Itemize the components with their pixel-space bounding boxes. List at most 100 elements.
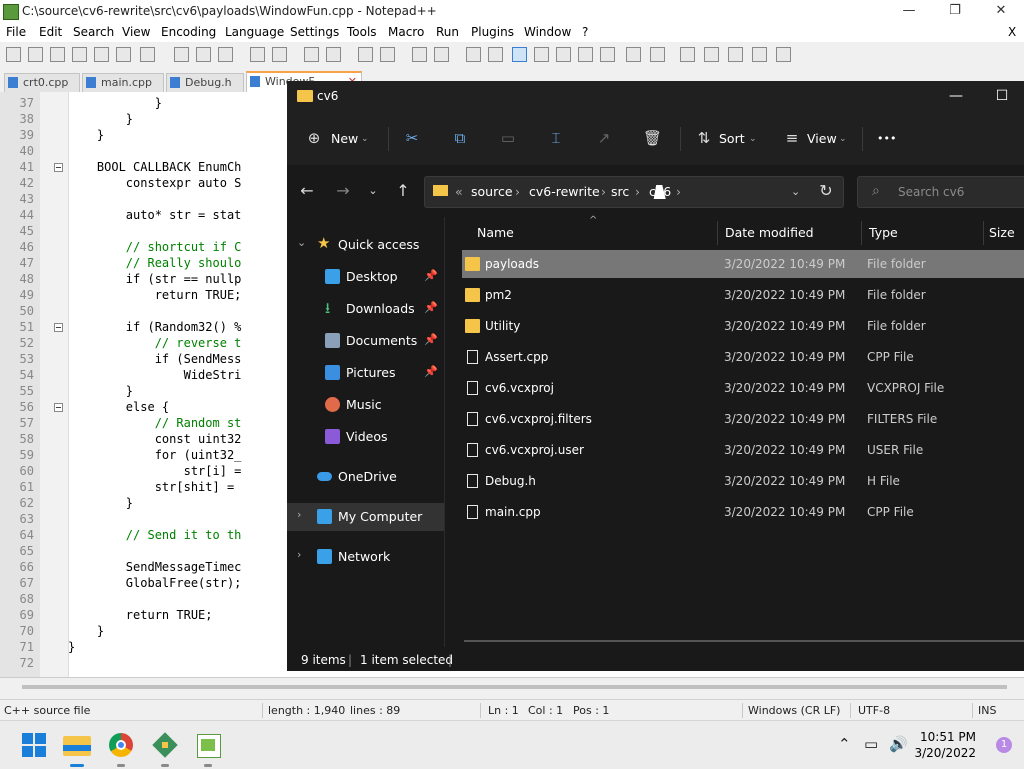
plus-icon[interactable]: ⊕ bbox=[305, 129, 323, 147]
code-line[interactable]: if (Random32() % bbox=[68, 320, 242, 334]
horizontal-scrollbar[interactable] bbox=[0, 677, 1024, 700]
column-size[interactable]: Size bbox=[989, 225, 1015, 240]
file-row[interactable]: Utility 3/20/2022 10:49 PM File folder bbox=[462, 312, 1024, 340]
redo-icon[interactable] bbox=[272, 47, 287, 62]
record-macro-icon[interactable] bbox=[680, 47, 695, 62]
nav-videos[interactable]: Videos bbox=[287, 423, 444, 451]
sort-button[interactable]: Sort bbox=[719, 131, 745, 146]
nav-quick-access[interactable]: ⌄ ★ Quick access bbox=[287, 231, 444, 259]
sync-horizontal-icon[interactable] bbox=[434, 47, 449, 62]
menu-window[interactable]: Window bbox=[524, 25, 571, 39]
stop-macro-icon[interactable] bbox=[704, 47, 719, 62]
copy-icon[interactable]: ⧉ bbox=[451, 129, 469, 147]
taskbar-file-explorer[interactable] bbox=[63, 731, 91, 767]
function-list-icon[interactable] bbox=[578, 47, 593, 62]
rename-icon[interactable]: ⌶ bbox=[547, 129, 565, 147]
code-line[interactable]: str[shit] = bbox=[68, 480, 234, 494]
view-button[interactable]: View bbox=[807, 131, 837, 146]
pin-icon[interactable]: 📌 bbox=[424, 269, 438, 282]
search-box[interactable]: ⌕ Search cv6 bbox=[857, 176, 1024, 208]
menu-file[interactable]: File bbox=[6, 25, 26, 39]
code-line[interactable]: auto* str = stat bbox=[68, 208, 242, 222]
code-line[interactable]: } bbox=[68, 640, 75, 654]
code-line[interactable]: else { bbox=[68, 400, 169, 414]
address-bar[interactable]: « source › cv6-rewrite › src › cv6 › ⌄ bbox=[424, 176, 844, 208]
close-file-icon[interactable] bbox=[94, 47, 109, 62]
menu-view[interactable]: View bbox=[122, 25, 150, 39]
explorer-maximize-button[interactable]: ☐ bbox=[979, 81, 1024, 113]
forward-arrow-icon[interactable]: → bbox=[333, 181, 353, 201]
chevron-down-icon[interactable]: ⌄ bbox=[297, 236, 306, 249]
pin-icon[interactable]: 📌 bbox=[424, 365, 438, 378]
code-line[interactable]: } bbox=[68, 384, 133, 398]
fold-toggle-icon[interactable] bbox=[54, 403, 63, 412]
explorer-minimize-button[interactable]: — bbox=[933, 81, 979, 113]
menu-plugins[interactable]: Plugins bbox=[471, 25, 514, 39]
zoom-in-icon[interactable] bbox=[358, 47, 373, 62]
nav-music[interactable]: Music bbox=[287, 391, 444, 419]
zoom-out-icon[interactable] bbox=[380, 47, 395, 62]
breadcrumb-separator-icon[interactable]: › bbox=[676, 184, 681, 199]
copy-icon[interactable] bbox=[196, 47, 211, 62]
menu-tools[interactable]: Tools bbox=[347, 25, 377, 39]
open-file-icon[interactable] bbox=[28, 47, 43, 62]
breadcrumb-separator-icon[interactable]: › bbox=[635, 184, 640, 199]
doc-map-icon[interactable] bbox=[556, 47, 571, 62]
refresh-icon[interactable]: ↻ bbox=[816, 181, 836, 201]
menu-settings[interactable]: Settings bbox=[290, 25, 339, 39]
new-button[interactable]: New bbox=[331, 131, 358, 146]
volume-icon[interactable]: 🔊 bbox=[889, 735, 908, 753]
replace-icon[interactable] bbox=[326, 47, 341, 62]
pin-icon[interactable]: 📌 bbox=[424, 301, 438, 314]
code-line[interactable]: const uint32 bbox=[68, 432, 242, 446]
chevron-right-icon[interactable]: › bbox=[297, 508, 301, 521]
pin-icon[interactable]: 📌 bbox=[424, 333, 438, 346]
network-tray-icon[interactable]: ▭ bbox=[864, 735, 878, 753]
column-name[interactable]: Name bbox=[477, 225, 514, 240]
tray-overflow-icon[interactable]: ⌃ bbox=[838, 735, 851, 753]
view-icon[interactable]: ≡ bbox=[783, 129, 801, 147]
code-line[interactable]: return TRUE; bbox=[68, 288, 242, 302]
fold-toggle-icon[interactable] bbox=[54, 163, 63, 172]
chevron-down-icon[interactable]: ⌄ bbox=[749, 134, 757, 144]
up-arrow-icon[interactable]: ↑ bbox=[393, 181, 413, 201]
file-row[interactable]: pm2 3/20/2022 10:49 PM File folder bbox=[462, 281, 1024, 309]
chevron-down-icon[interactable]: ⌄ bbox=[839, 134, 847, 144]
code-line[interactable]: constexpr auto S bbox=[68, 176, 242, 190]
nav-my-computer[interactable]: › My Computer bbox=[287, 503, 444, 531]
fold-toggle-icon[interactable] bbox=[54, 323, 63, 332]
address-dropdown-icon[interactable]: ⌄ bbox=[791, 185, 800, 198]
scrollbar-thumb[interactable] bbox=[22, 685, 1007, 689]
play-macro-icon[interactable] bbox=[728, 47, 743, 62]
menu-run[interactable]: Run bbox=[436, 25, 459, 39]
nav-desktop[interactable]: Desktop 📌 bbox=[287, 263, 444, 291]
chevron-right-icon[interactable]: › bbox=[297, 548, 301, 561]
file-row[interactable]: cv6.vcxproj 3/20/2022 10:49 PM VCXPROJ Fil… bbox=[462, 374, 1024, 402]
breadcrumb-src[interactable]: src bbox=[611, 184, 629, 199]
breadcrumb-cv6-rewrite[interactable]: cv6-rewrite bbox=[529, 184, 600, 199]
folder-workspace-icon[interactable] bbox=[600, 47, 615, 62]
breadcrumb-separator-icon[interactable]: › bbox=[601, 184, 606, 199]
recent-locations-icon[interactable]: ⌄ bbox=[363, 181, 383, 201]
monitoring-icon[interactable] bbox=[650, 47, 665, 62]
save-all-icon[interactable] bbox=[72, 47, 87, 62]
show-all-characters-icon[interactable] bbox=[488, 47, 503, 62]
taskbar-notepadpp[interactable] bbox=[194, 731, 222, 767]
menu-help[interactable]: ? bbox=[582, 25, 588, 39]
new-file-icon[interactable] bbox=[6, 47, 21, 62]
start-button[interactable] bbox=[20, 731, 48, 759]
more-options-button[interactable]: ••• bbox=[877, 132, 896, 145]
code-line[interactable]: for (uint32_ bbox=[68, 448, 242, 462]
nav-onedrive[interactable]: OneDrive bbox=[287, 463, 444, 491]
nav-pictures[interactable]: Pictures 📌 bbox=[287, 359, 444, 387]
close-button[interactable]: ✕ bbox=[978, 0, 1024, 24]
back-arrow-icon[interactable]: ← bbox=[297, 181, 317, 201]
code-line[interactable]: GlobalFree(str); bbox=[68, 576, 242, 590]
code-line[interactable]: SendMessageTimec bbox=[68, 560, 242, 574]
code-line[interactable]: // Random st bbox=[68, 416, 242, 430]
chevron-down-icon[interactable]: ⌄ bbox=[361, 134, 369, 144]
code-line[interactable]: BOOL CALLBACK EnumCh bbox=[68, 160, 242, 174]
close-document-button[interactable]: X bbox=[1008, 25, 1016, 39]
close-all-icon[interactable] bbox=[116, 47, 131, 62]
code-line[interactable]: // Send it to th bbox=[68, 528, 242, 542]
